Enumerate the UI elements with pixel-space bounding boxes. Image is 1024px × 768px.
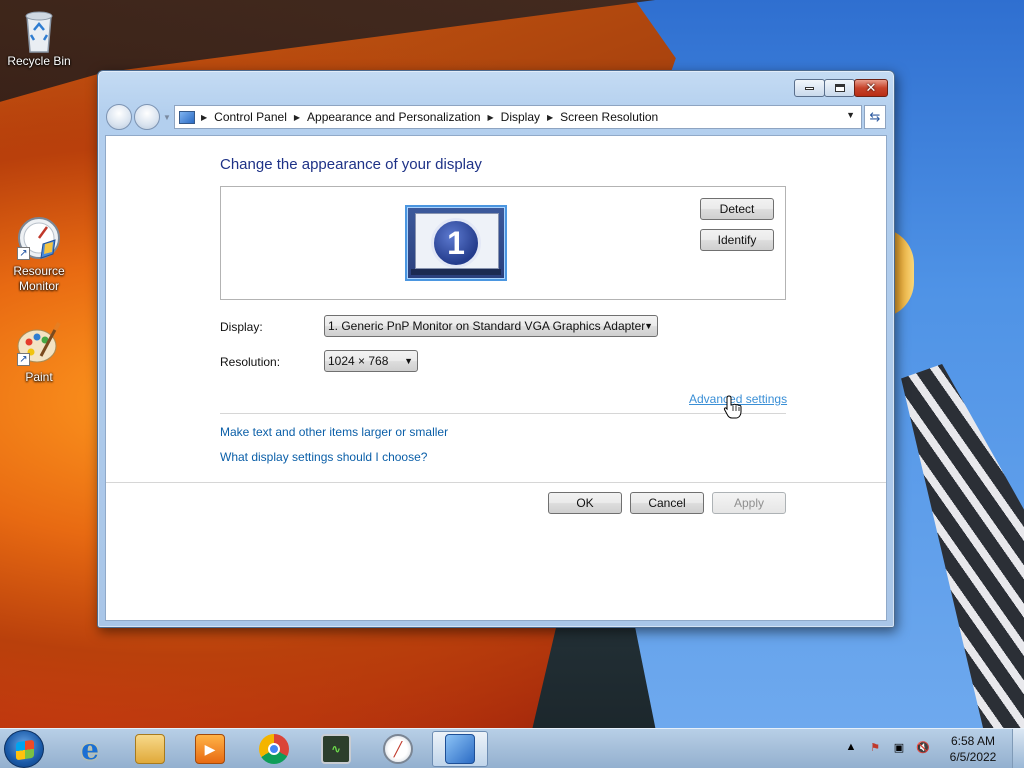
taskbar-google-chrome[interactable]	[246, 731, 302, 767]
taskbar-resource-monitor[interactable]: ╱	[370, 731, 426, 767]
resolution-dropdown-value: 1024 × 768	[328, 354, 389, 368]
content-pane: Change the appearance of your display 1 …	[105, 135, 887, 621]
control-panel-icon	[179, 110, 195, 124]
system-tray: ▲ ⚑ ▣ 🔇	[842, 729, 938, 768]
breadcrumb-screen-resolution[interactable]: Screen Resolution	[560, 110, 658, 124]
address-dropdown-icon[interactable]: ▼	[846, 110, 855, 120]
identify-button[interactable]: Identify	[700, 229, 774, 251]
taskbar: e ▶ ∿ ╱ ▲ ⚑ ▣ 🔇 6:58 AM 6/5/2022	[0, 728, 1024, 768]
display-dropdown[interactable]: 1. Generic PnP Monitor on Standard VGA G…	[324, 315, 658, 337]
shortcut-arrow-icon: ↗	[17, 247, 30, 260]
show-desktop-button[interactable]	[1012, 729, 1024, 768]
resolution-label: Resolution:	[220, 355, 281, 369]
display-label: Display:	[220, 320, 263, 334]
maximize-button[interactable]	[824, 79, 855, 97]
breadcrumb-separator-icon[interactable]: ▶	[294, 113, 300, 122]
breadcrumb-separator-icon[interactable]: ▶	[488, 113, 494, 122]
recycle-bin-icon	[17, 6, 61, 53]
navigation-bar: ▼ ▶ Control Panel ▶ Appearance and Perso…	[106, 104, 886, 130]
network-icon[interactable]: ▣	[890, 741, 908, 757]
monitor-number-badge: 1	[431, 218, 481, 268]
windows-logo-icon	[16, 739, 34, 761]
shortcut-arrow-icon: ↗	[17, 353, 30, 366]
media-player-icon: ▶	[195, 734, 225, 764]
window-controls: ✕	[794, 79, 888, 97]
action-center-flag-icon[interactable]: ⚑	[866, 741, 884, 757]
clock-time: 6:58 AM	[950, 734, 996, 748]
recent-pages-dropdown-icon[interactable]: ▼	[162, 113, 172, 122]
divider	[220, 413, 786, 414]
control-panel-icon	[445, 734, 475, 764]
text-size-link[interactable]: Make text and other items larger or smal…	[220, 425, 448, 439]
address-bar[interactable]: ▶ Control Panel ▶ Appearance and Persona…	[174, 105, 862, 129]
paint-icon: ↗	[17, 322, 61, 366]
desktop-icon-label: Resource Monitor	[13, 264, 65, 293]
minimize-icon	[805, 86, 814, 90]
cancel-button[interactable]: Cancel	[630, 492, 704, 514]
detect-button[interactable]: Detect	[700, 198, 774, 220]
hand-cursor-icon	[723, 395, 742, 419]
maximize-icon	[834, 84, 845, 92]
monitor-preview-taskbar	[411, 269, 501, 275]
screen-resolution-window: ✕ ▼ ▶ Control Panel ▶ Appearance and Per…	[97, 70, 895, 628]
back-button[interactable]	[106, 104, 132, 130]
taskbar-windows-explorer[interactable]	[122, 731, 178, 767]
gauge-icon: ╱	[383, 734, 413, 764]
close-icon: ✕	[865, 80, 877, 95]
resource-monitor-icon: ↗	[17, 216, 61, 260]
taskbar-media-player[interactable]: ▶	[182, 731, 238, 767]
close-button[interactable]: ✕	[854, 79, 888, 97]
resolution-dropdown[interactable]: 1024 × 768 ▼	[324, 350, 418, 372]
taskbar-performance-monitor[interactable]: ∿	[308, 731, 364, 767]
apply-button[interactable]: Apply	[712, 492, 786, 514]
chevron-down-icon: ▼	[404, 356, 413, 366]
refresh-icon: ⇆	[869, 109, 881, 124]
divider	[106, 482, 886, 483]
volume-muted-icon[interactable]: 🔇	[914, 741, 932, 757]
performance-monitor-icon: ∿	[321, 734, 351, 764]
desktop-icon-paint[interactable]: ↗ Paint	[1, 322, 77, 385]
folder-icon	[135, 734, 165, 764]
breadcrumb-separator-icon[interactable]: ▶	[201, 113, 207, 122]
refresh-button[interactable]: ⇆	[864, 105, 886, 129]
breadcrumb-display[interactable]: Display	[501, 110, 540, 124]
desktop-icon-label: Paint	[25, 370, 53, 384]
clock[interactable]: 6:58 AM 6/5/2022	[934, 733, 1012, 765]
desktop-icon-resource-monitor[interactable]: ↗ Resource Monitor	[1, 216, 77, 294]
minimize-button[interactable]	[794, 79, 825, 97]
display-preview-area: 1 Detect Identify	[220, 186, 786, 300]
page-title: Change the appearance of your display	[220, 156, 482, 173]
forward-button[interactable]	[134, 104, 160, 130]
monitor-1-thumbnail[interactable]: 1	[405, 205, 507, 281]
desktop-icon-label: Recycle Bin	[7, 54, 71, 68]
breadcrumb-control-panel[interactable]: Control Panel	[214, 110, 287, 124]
clock-date: 6/5/2022	[949, 750, 997, 764]
taskbar-control-panel[interactable]	[432, 731, 488, 767]
display-dropdown-value: 1. Generic PnP Monitor on Standard VGA G…	[328, 319, 646, 333]
start-button[interactable]	[4, 730, 44, 768]
breadcrumb-separator-icon[interactable]: ▶	[547, 113, 553, 122]
desktop-icon-recycle-bin[interactable]: Recycle Bin	[1, 6, 77, 69]
show-hidden-icons-button[interactable]: ▲	[842, 741, 860, 757]
breadcrumb-appearance[interactable]: Appearance and Personalization	[307, 110, 480, 124]
ok-button[interactable]: OK	[548, 492, 622, 514]
chrome-icon	[259, 734, 289, 764]
display-settings-help-link[interactable]: What display settings should I choose?	[220, 450, 427, 464]
internet-explorer-icon: e	[81, 732, 99, 766]
chevron-down-icon: ▼	[644, 321, 653, 331]
taskbar-internet-explorer[interactable]: e	[62, 731, 118, 767]
